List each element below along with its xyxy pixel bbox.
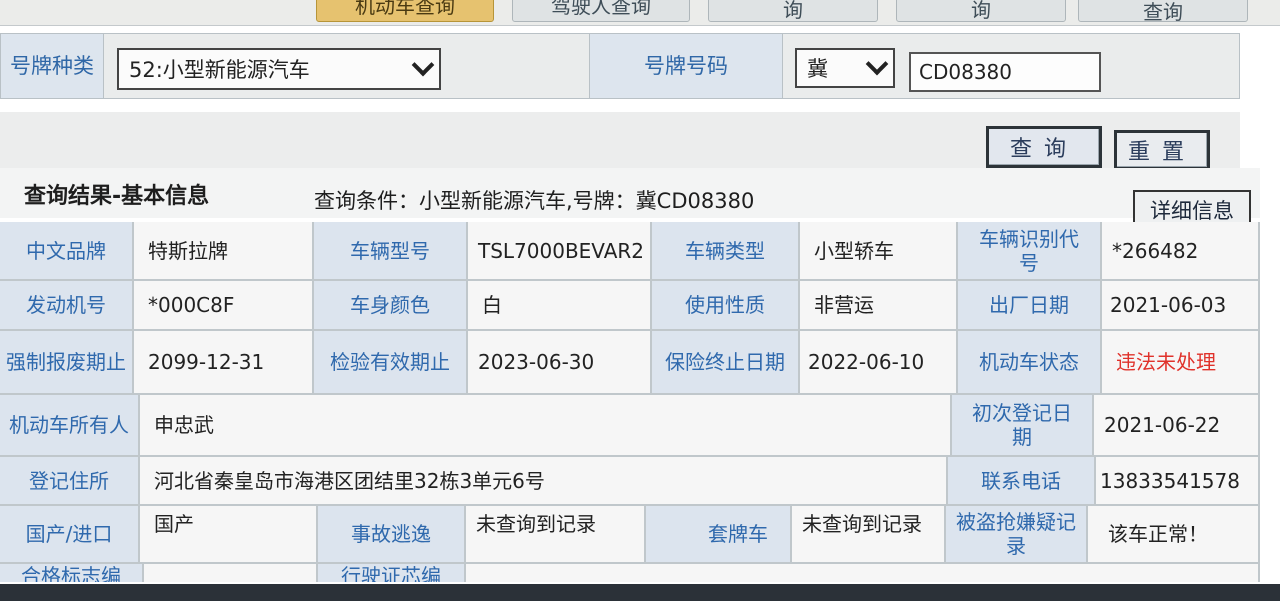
button-row: 查询 重置 <box>0 112 1240 170</box>
plate-type-select[interactable]: 52:小型新能源汽车 <box>117 48 441 90</box>
screen-bottom-edge <box>0 584 1280 601</box>
tab-label: 查询 <box>1143 0 1183 22</box>
color-value: 白 <box>468 281 650 329</box>
tab-vehicle-query[interactable]: 机动车查询 <box>316 0 494 22</box>
owner-label: 机动车所有人 <box>0 395 138 455</box>
tab-label: 驾驶人查询 <box>551 0 651 18</box>
reset-button[interactable]: 重置 <box>1114 130 1210 170</box>
plate-type-value: 52:小型新能源汽车 <box>129 58 310 82</box>
cloned-plate-value: 未查询到记录 <box>792 506 944 562</box>
province-value: 冀 <box>807 57 828 81</box>
tab-query-3[interactable]: 询 <box>708 0 878 22</box>
stolen-suspect-label: 被盗抢嫌疑记录 <box>946 506 1086 562</box>
registration-date-label: 初次登记日期 <box>952 395 1092 455</box>
query-form: 号牌种类 52:小型新能源汽车 号牌号码 冀 CD08380 <box>0 33 1240 99</box>
tab-query-4[interactable]: 询 <box>896 0 1066 22</box>
plate-number-input[interactable]: CD08380 <box>909 52 1101 92</box>
vin-label: 车辆识别代号 <box>958 222 1100 279</box>
inspection-date-label: 检验有效期止 <box>314 331 466 393</box>
insurance-end-value: 2022-06-10 <box>800 331 956 393</box>
origin-label: 国产/进口 <box>0 506 138 562</box>
phone-value: 13833541578 <box>1096 457 1258 504</box>
model-value: TSL7000BEVAR2 <box>468 222 650 279</box>
plate-type-label: 号牌种类 <box>0 34 104 98</box>
province-select[interactable]: 冀 <box>795 48 895 88</box>
chevron-down-icon <box>411 53 435 77</box>
brand-value: 特斯拉牌 <box>134 222 312 279</box>
brand-label: 中文品牌 <box>0 222 132 279</box>
phone-label: 联系电话 <box>948 457 1094 504</box>
vehicle-type-label: 车辆类型 <box>652 222 798 279</box>
scrap-date-label: 强制报废期止 <box>0 331 132 393</box>
stolen-suspect-value: 该车正常！ <box>1088 506 1258 562</box>
query-condition: 查询条件：小型新能源汽车,号牌：冀CD08380 <box>314 189 755 213</box>
plate-number-label: 号牌号码 <box>589 34 783 98</box>
tab-label: 询 <box>971 0 991 22</box>
address-value: 河北省秦皇岛市海港区团结里32栋3单元6号 <box>140 457 946 504</box>
manufacture-date-label: 出厂日期 <box>958 281 1100 329</box>
insurance-end-label: 保险终止日期 <box>652 331 798 393</box>
vehicle-info-table: 中文品牌 特斯拉牌 车辆型号 TSL7000BEVAR2 车辆类型 小型轿车 车… <box>0 222 1260 582</box>
cloned-plate-label: 套牌车 <box>646 506 790 562</box>
tab-bar: 机动车查询 驾驶人查询 询 询 查询 <box>0 0 1280 26</box>
vehicle-type-value: 小型轿车 <box>800 222 956 279</box>
usage-label: 使用性质 <box>652 281 798 329</box>
engine-label: 发动机号 <box>0 281 132 329</box>
scrap-date-value: 2099-12-31 <box>134 331 312 393</box>
tab-driver-query[interactable]: 驾驶人查询 <box>512 0 690 22</box>
color-label: 车身颜色 <box>314 281 466 329</box>
manufacture-date-value: 2021-06-03 <box>1102 281 1258 329</box>
vehicle-status-value: 违法未处理 <box>1102 331 1258 393</box>
query-button[interactable]: 查询 <box>986 126 1102 168</box>
registration-date-value: 2021-06-22 <box>1094 395 1258 455</box>
model-label: 车辆型号 <box>314 222 466 279</box>
license-core-value <box>466 564 1258 582</box>
origin-value: 国产 <box>140 506 316 562</box>
certificate-label: 合格标志编 <box>0 564 142 582</box>
usage-value: 非营运 <box>800 281 956 329</box>
certificate-value <box>144 564 316 582</box>
hit-and-run-label: 事故逃逸 <box>318 506 464 562</box>
license-core-label: 行驶证芯编 <box>318 564 464 582</box>
vin-value: *266482 <box>1102 222 1258 279</box>
vehicle-status-label: 机动车状态 <box>958 331 1100 393</box>
tab-query-5[interactable]: 查询 <box>1078 0 1248 22</box>
address-label: 登记住所 <box>0 457 138 504</box>
hit-and-run-value: 未查询到记录 <box>466 506 644 562</box>
engine-value: *000C8F <box>134 281 312 329</box>
result-title: 查询结果-基本信息 <box>24 184 210 209</box>
tab-label: 机动车查询 <box>355 0 455 18</box>
result-header: 查询结果-基本信息 查询条件：小型新能源汽车,号牌：冀CD08380 详细信息 <box>0 168 1260 230</box>
chevron-down-icon <box>865 52 889 76</box>
inspection-date-value: 2023-06-30 <box>468 331 650 393</box>
owner-value: 申忠武 <box>140 395 950 455</box>
plate-number-value: CD08380 <box>919 60 1012 84</box>
tab-label: 询 <box>783 0 803 22</box>
